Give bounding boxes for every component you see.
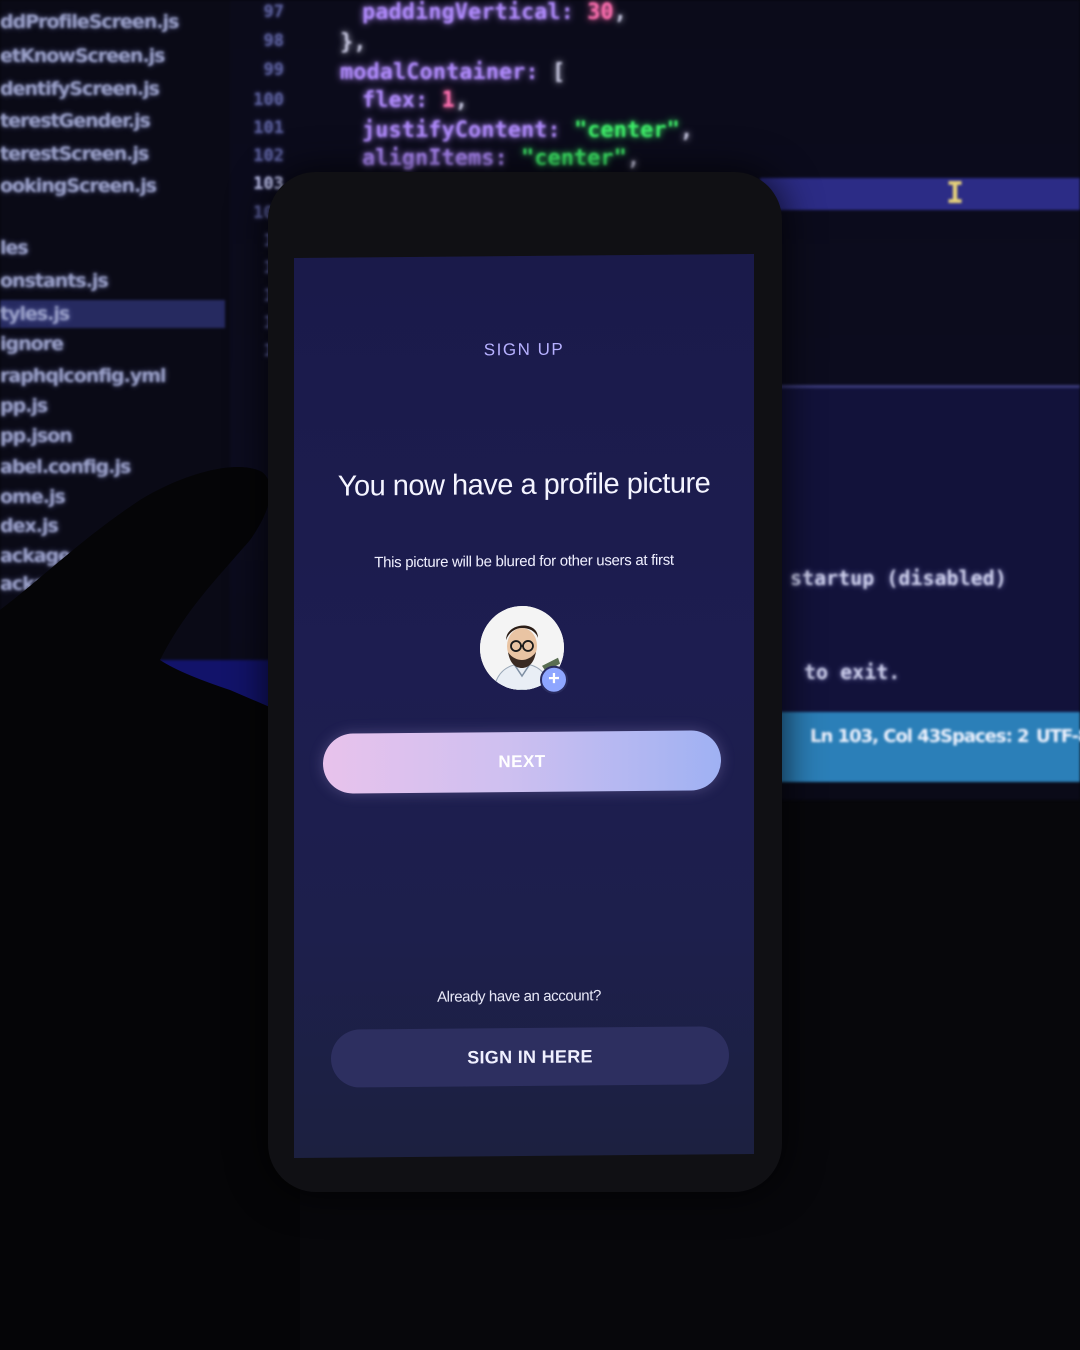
- terminal-panel: startup (disabled) to exit.: [780, 385, 1080, 718]
- file-item: pp.js: [0, 395, 48, 417]
- code-token: 30: [587, 0, 614, 25]
- file-item: raphqlconfig.yml: [0, 365, 167, 387]
- page-title: You now have a profile picture: [337, 467, 711, 503]
- editor-highlight-bar: [760, 178, 1080, 210]
- page-subtitle: This picture will be blured for other us…: [374, 551, 674, 572]
- status-spaces: Spaces: 2: [940, 726, 1030, 747]
- code-line: modalContainer: [: [340, 60, 566, 85]
- line-number: 101: [253, 118, 284, 138]
- file-item: onstants.js: [0, 270, 109, 292]
- screen-heading: SIGN UP: [483, 339, 565, 360]
- file-item: dentifyScreen.js: [0, 78, 160, 100]
- terminal-line: startup (disabled): [790, 566, 1007, 590]
- code-line: alignItems: "center",: [362, 146, 641, 171]
- line-number: 97: [263, 2, 284, 22]
- status-bar: Ln 103, Col 43 Spaces: 2 UTF-8: [780, 712, 1080, 782]
- file-item: pp.json: [0, 425, 73, 447]
- code-line: justifyContent: "center",: [362, 118, 694, 143]
- code-token: justifyContent:: [362, 118, 561, 143]
- code-token: alignItems:: [362, 146, 508, 171]
- file-item: terestGender.js: [0, 110, 151, 132]
- terminal-line: to exit.: [804, 660, 901, 684]
- line-number: 102: [253, 146, 284, 166]
- text-cursor-icon: I: [946, 176, 965, 211]
- code-token: 1: [441, 88, 455, 113]
- code-token: flex:: [362, 88, 429, 113]
- line-number: 99: [263, 60, 284, 80]
- file-item-selected: tyles.js: [0, 300, 225, 328]
- already-account-text: Already have an account?: [437, 987, 601, 1006]
- next-button[interactable]: NEXT: [323, 730, 721, 794]
- file-item: etKnowScreen.js: [0, 45, 165, 67]
- status-position: Ln 103, Col 43: [810, 726, 941, 747]
- code-line: flex: 1,: [362, 88, 468, 113]
- code-token: "center": [520, 146, 627, 171]
- file-item: ignore: [0, 333, 64, 355]
- code-line: },: [340, 30, 367, 55]
- code-token: paddingVertical:: [362, 0, 574, 25]
- code-token: "center": [573, 118, 680, 143]
- phone-screen: SIGN UP You now have a profile picture T…: [294, 253, 754, 1158]
- status-encoding: UTF-8: [1036, 726, 1080, 747]
- sign-in-button[interactable]: SIGN IN HERE: [331, 1026, 729, 1088]
- code-token: modalContainer:: [340, 60, 539, 85]
- file-item: ddProfileScreen.js: [0, 11, 179, 33]
- file-item: ookingScreen.js: [0, 175, 157, 197]
- add-photo-icon[interactable]: +: [540, 665, 568, 694]
- file-item: terestScreen.js: [0, 143, 149, 165]
- file-item: les: [0, 237, 29, 259]
- line-number: 100: [253, 90, 284, 110]
- line-number: 98: [263, 31, 284, 51]
- code-line: paddingVertical: 30,: [362, 0, 627, 25]
